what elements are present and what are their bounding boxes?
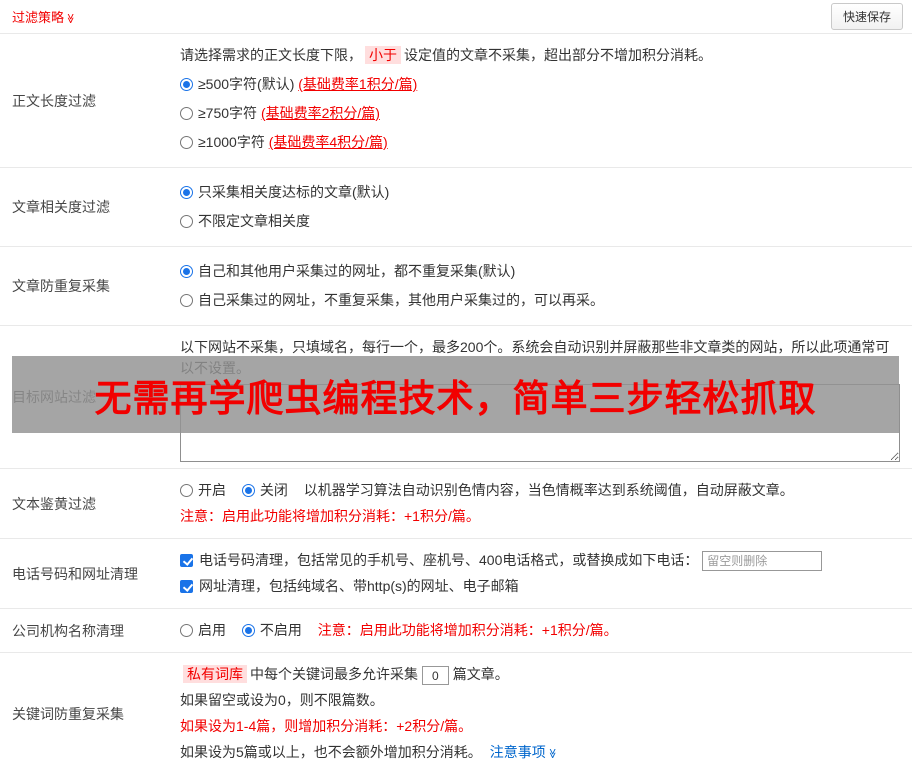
keyword-note-five-line: 如果设为5篇或以上，也不会额外增加积分消耗。 注意事项≫ (180, 742, 900, 764)
dedupe-option-global[interactable]: 自己和其他用户采集过的网址，都不重复采集(默认) (180, 261, 900, 282)
length-intro-highlight: 小于 (365, 46, 401, 64)
row-content-dedupe: 自己和其他用户采集过的网址，都不重复采集(默认) 自己采集过的网址，不重复采集，… (170, 247, 912, 325)
quick-save-button[interactable]: 快速保存 (830, 3, 903, 30)
company-options-line: 启用 不启用 注意：启用此功能将增加积分消耗：+1积分/篇。 (180, 620, 900, 641)
checkbox-icon[interactable] (180, 554, 193, 567)
radio-icon[interactable] (180, 294, 193, 307)
company-cost-note: 注意：启用此功能将增加积分消耗：+1积分/篇。 (317, 622, 618, 639)
radio-icon[interactable] (180, 265, 193, 278)
topbar: 过滤策略≫ 快速保存 (0, 0, 912, 33)
keyword-count-input[interactable] (421, 666, 449, 686)
filter-settings-page: 过滤策略≫ 快速保存 正文长度过滤 请选择需求的正文长度下限， 小于 设定值的文章不… (0, 0, 912, 768)
keyword-limit-text: 中每个关键词最多允许采集 (250, 666, 418, 683)
porn-option-on-text[interactable]: 开启 (198, 482, 226, 498)
row-label-keyword: 关键词防重复采集 (12, 706, 124, 723)
page-title-text[interactable]: 过滤策略 (12, 10, 64, 25)
length-option-750[interactable]: ≥750字符 (基础费率2积分/篇) (180, 103, 900, 124)
row-phone-url-cleanup: 电话号码和网址清理 电话号码清理，包括常见的手机号、座机号、400电话格式，或替… (0, 538, 912, 608)
porn-option-off[interactable]: 关闭 (241, 482, 292, 498)
row-label-body-length: 正文长度过滤 (12, 92, 96, 109)
radio-icon[interactable] (180, 78, 193, 91)
length-intro: 请选择需求的正文长度下限， 小于 设定值的文章不采集，超出部分不增加积分消耗。 (180, 45, 900, 66)
row-company-cleanup: 公司机构名称清理 启用 不启用 注意：启用此功能将增加积分消耗：+1积分/篇。 (0, 608, 912, 652)
relevance-option-any-text[interactable]: 不限定文章相关度 (198, 213, 310, 229)
length-intro-pre: 请选择需求的正文长度下限， (180, 47, 362, 63)
radio-icon[interactable] (180, 107, 193, 120)
chevron-double-down-icon[interactable]: ≫ (542, 749, 563, 759)
length-option-750-text[interactable]: ≥750字符 (198, 105, 257, 121)
dedupe-option-global-text[interactable]: 自己和其他用户采集过的网址，都不重复采集(默认) (198, 263, 515, 279)
length-option-1000-fee-note: (基础费率4积分/篇) (268, 134, 388, 150)
relevance-option-strict[interactable]: 只采集相关度达标的文章(默认) (180, 182, 900, 203)
page-title[interactable]: 过滤策略≫ (12, 7, 76, 26)
radio-icon[interactable] (241, 484, 255, 497)
url-cleanup-text[interactable]: 网址清理，包括纯域名、带http(s)的网址、电子邮箱 (199, 578, 519, 594)
url-cleanup-checkbox[interactable]: 网址清理，包括纯域名、带http(s)的网址、电子邮箱 (180, 578, 519, 594)
keyword-note-five-text: 如果设为5篇或以上，也不会额外增加积分消耗。 (180, 744, 482, 761)
keyword-lexicon-highlight: 私有词库 (183, 665, 247, 684)
row-content-phone-url: 电话号码清理，包括常见的手机号、座机号、400电话格式，或替换成如下电话： 网址… (170, 539, 912, 608)
row-body-length-filter: 正文长度过滤 请选择需求的正文长度下限， 小于 设定值的文章不采集，超出部分不增加积… (0, 33, 912, 167)
row-content-company: 启用 不启用 注意：启用此功能将增加积分消耗：+1积分/篇。 (170, 609, 912, 652)
company-option-enable-text[interactable]: 启用 (198, 622, 226, 638)
watermark-banner: 无需再学爬虫编程技术，简单三步轻松抓取 (12, 356, 899, 433)
phone-cleanup-line: 电话号码清理，包括常见的手机号、座机号、400电话格式，或替换成如下电话： (180, 550, 900, 572)
length-option-1000[interactable]: ≥1000字符 (基础费率4积分/篇) (180, 132, 900, 153)
row-content-keyword: 私有词库中每个关键词最多允许采集 篇文章。 如果留空或设为0，则不限篇数。 如果… (170, 653, 912, 768)
porn-description: 以机器学习算法自动识别色情内容，当色情概率达到系统阈值，自动屏蔽文章。 (303, 482, 794, 498)
keyword-note-cost: 如果设为1-4篇，则增加积分消耗：+2积分/篇。 (180, 718, 473, 735)
radio-icon[interactable] (180, 215, 193, 228)
keyword-note-zero: 如果留空或设为0，则不限篇数。 (180, 692, 384, 709)
relevance-option-any[interactable]: 不限定文章相关度 (180, 211, 900, 232)
porn-option-on[interactable]: 开启 (180, 482, 230, 498)
row-dedupe-filter: 文章防重复采集 自己和其他用户采集过的网址，都不重复采集(默认) 自己采集过的网… (0, 246, 912, 325)
notice-link-text[interactable]: 注意事项 (490, 744, 546, 760)
relevance-option-strict-text[interactable]: 只采集相关度达标的文章(默认) (198, 184, 389, 200)
checkbox-icon[interactable] (180, 580, 193, 594)
row-label-phone-url: 电话号码和网址清理 (12, 565, 138, 582)
length-option-1000-text[interactable]: ≥1000字符 (198, 134, 265, 150)
length-option-500-fee-note: (基础费率1积分/篇) (298, 76, 418, 92)
phone-cleanup-checkbox[interactable]: 电话号码清理，包括常见的手机号、座机号、400电话格式，或替换成如下电话： (180, 552, 702, 568)
row-content-porn: 开启 关闭 以机器学习算法自动识别色情内容，当色情概率达到系统阈值，自动屏蔽文章… (170, 469, 912, 538)
length-option-750-fee-note: (基础费率2积分/篇) (260, 105, 380, 121)
radio-icon[interactable] (180, 136, 193, 149)
company-option-disable-text[interactable]: 不启用 (260, 622, 302, 638)
radio-icon[interactable] (180, 186, 193, 199)
row-porn-filter: 文本鉴黄过滤 开启 关闭 以机器学习算法自动识别色情内容，当色情概率达到系统阈值… (0, 468, 912, 538)
row-content-relevance: 只采集相关度达标的文章(默认) 不限定文章相关度 (170, 168, 912, 246)
length-option-500-text[interactable]: ≥500字符(默认) (198, 76, 294, 92)
watermark-text: 无需再学爬虫编程技术，简单三步轻松抓取 (94, 377, 817, 419)
radio-icon[interactable] (180, 624, 193, 638)
url-cleanup-line: 网址清理，包括纯域名、带http(s)的网址、电子邮箱 (180, 576, 900, 597)
dedupe-option-self-text[interactable]: 自己采集过的网址，不重复采集，其他用户采集过的，可以再采。 (198, 292, 604, 308)
radio-icon[interactable] (241, 624, 255, 638)
radio-icon[interactable] (180, 484, 193, 497)
length-option-500[interactable]: ≥500字符(默认) (基础费率1积分/篇) (180, 74, 900, 95)
row-keyword-dedupe: 关键词防重复采集 私有词库中每个关键词最多允许采集 篇文章。 如果留空或设为0，… (0, 652, 912, 768)
porn-option-off-text[interactable]: 关闭 (260, 482, 288, 498)
chevron-double-down-icon: ≫ (64, 13, 76, 24)
row-relevance-filter: 文章相关度过滤 只采集相关度达标的文章(默认) 不限定文章相关度 (0, 167, 912, 246)
keyword-limit-line: 私有词库中每个关键词最多允许采集 篇文章。 (180, 664, 900, 686)
company-option-enable[interactable]: 启用 (180, 622, 230, 638)
row-label-dedupe: 文章防重复采集 (12, 278, 110, 294)
phone-replacement-input[interactable] (702, 551, 823, 572)
porn-cost-note: 注意：启用此功能将增加积分消耗：+1积分/篇。 (180, 508, 480, 524)
row-label-porn: 文本鉴黄过滤 (12, 495, 96, 512)
keyword-limit-suffix: 篇文章。 (452, 666, 509, 683)
porn-options-line: 开启 关闭 以机器学习算法自动识别色情内容，当色情概率达到系统阈值，自动屏蔽文章… (180, 480, 900, 501)
row-label-relevance: 文章相关度过滤 (12, 199, 110, 215)
length-intro-post: 设定值的文章不采集，超出部分不增加积分消耗。 (404, 47, 712, 63)
row-label-company: 公司机构名称清理 (12, 622, 124, 639)
company-option-disable[interactable]: 不启用 (241, 622, 306, 638)
dedupe-option-self[interactable]: 自己采集过的网址，不重复采集，其他用户采集过的，可以再采。 (180, 290, 900, 311)
phone-cleanup-text[interactable]: 电话号码清理，包括常见的手机号、座机号、400电话格式，或替换成如下电话： (199, 552, 698, 568)
row-content-body-length: 请选择需求的正文长度下限， 小于 设定值的文章不采集，超出部分不增加积分消耗。 ≥5… (170, 34, 912, 167)
notice-link[interactable]: 注意事项≫ (490, 744, 558, 760)
row-site-blocklist: 目标网站过滤 以下网站不采集，只填域名，每行一个，最多200个。系统会自动识别并… (0, 325, 912, 468)
